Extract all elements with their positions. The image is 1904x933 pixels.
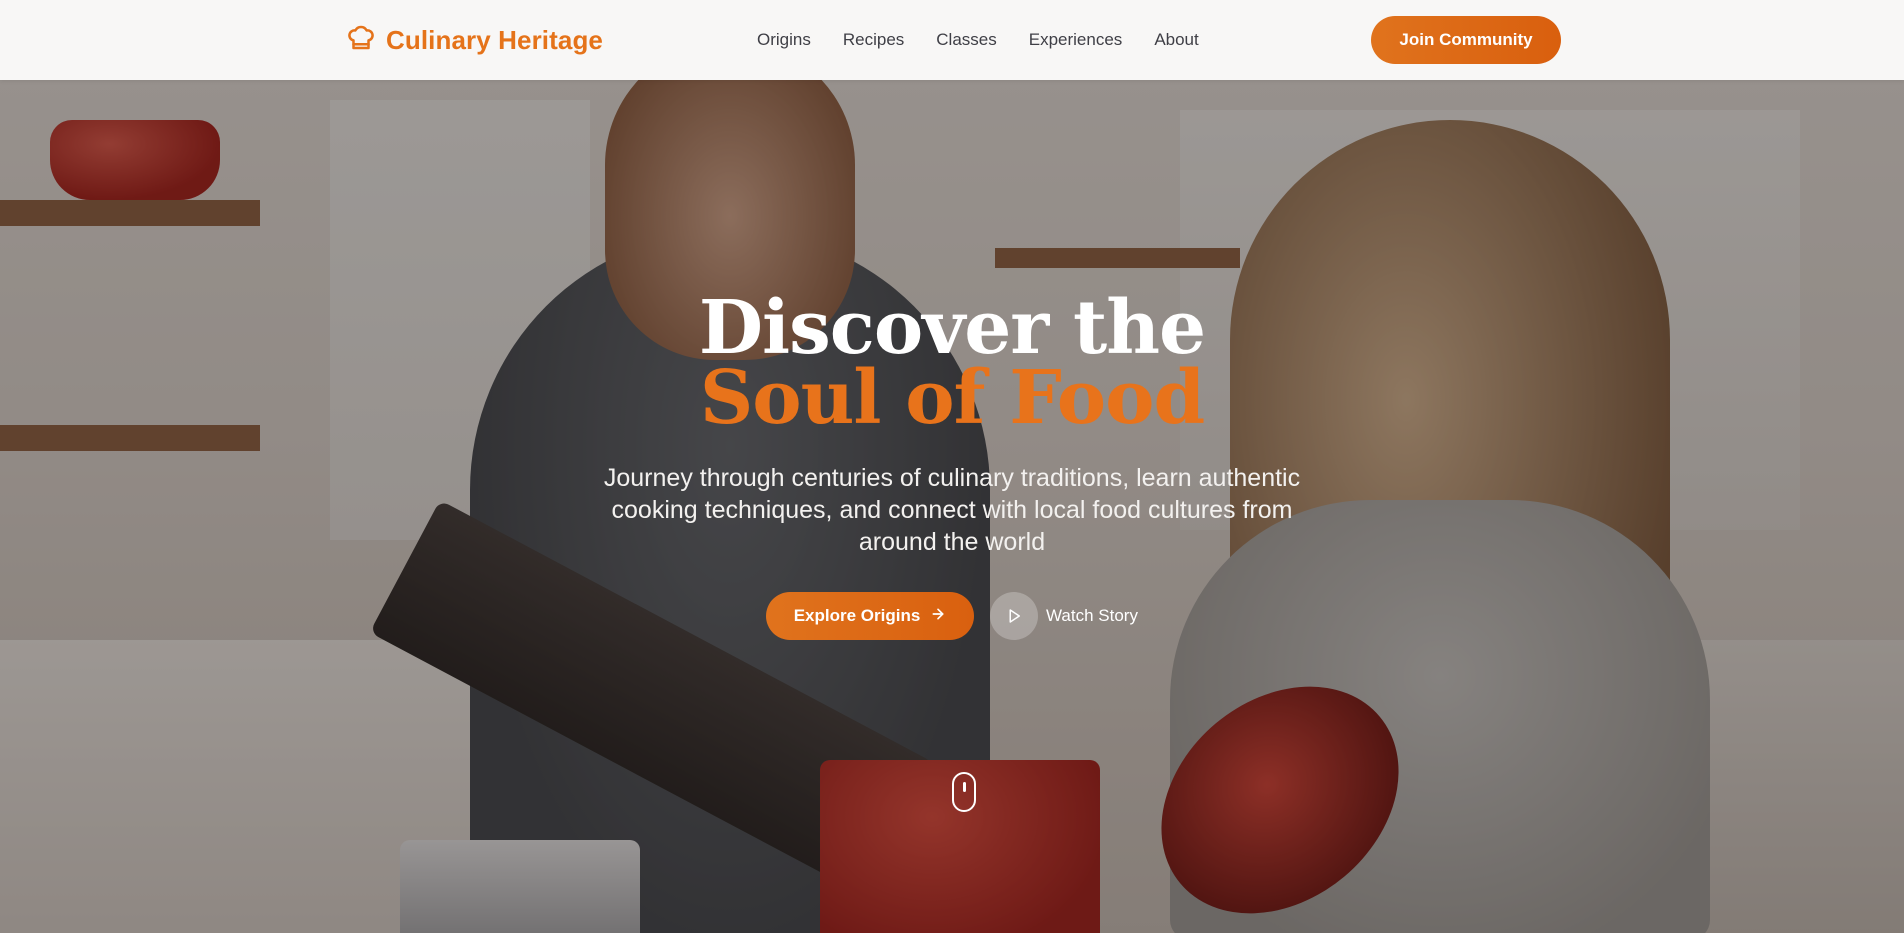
- join-community-button[interactable]: Join Community: [1371, 16, 1561, 64]
- mouse-wheel-indicator: [963, 782, 966, 792]
- watch-story-label: Watch Story: [1046, 606, 1138, 625]
- hero-title: Discover the Soul of Food: [0, 285, 1904, 441]
- chef-hat-icon: [346, 23, 376, 58]
- hero-actions: Explore Origins Watch Story: [766, 592, 1138, 640]
- nav-link-recipes[interactable]: Recipes: [843, 30, 904, 50]
- nav-link-about[interactable]: About: [1154, 30, 1198, 50]
- hero-title-line-1: Discover the: [698, 285, 1206, 371]
- main-menu: Origins Recipes Classes Experiences Abou…: [757, 0, 1199, 80]
- brand-logo-link[interactable]: Culinary Heritage: [346, 22, 603, 58]
- watch-story-button[interactable]: Watch Story: [990, 592, 1138, 640]
- arrow-right-icon: [930, 606, 946, 627]
- nav-link-experiences[interactable]: Experiences: [1029, 30, 1123, 50]
- top-navigation-bar: Culinary Heritage Origins Recipes Classe…: [0, 0, 1904, 80]
- hero-subtitle: Journey through centuries of culinary tr…: [603, 464, 1301, 556]
- brand-name: Culinary Heritage: [386, 24, 603, 55]
- hero-section: Discover the Soul of Food Journey throug…: [0, 80, 1904, 933]
- play-icon: [990, 592, 1038, 640]
- nav-link-origins[interactable]: Origins: [757, 30, 811, 50]
- hero-title-line-2: Soul of Food: [699, 355, 1205, 441]
- explore-origins-label: Explore Origins: [793, 606, 921, 625]
- explore-origins-button[interactable]: Explore Origins: [766, 592, 974, 640]
- nav-link-classes[interactable]: Classes: [936, 30, 996, 50]
- mouse-scroll-icon[interactable]: [952, 772, 976, 812]
